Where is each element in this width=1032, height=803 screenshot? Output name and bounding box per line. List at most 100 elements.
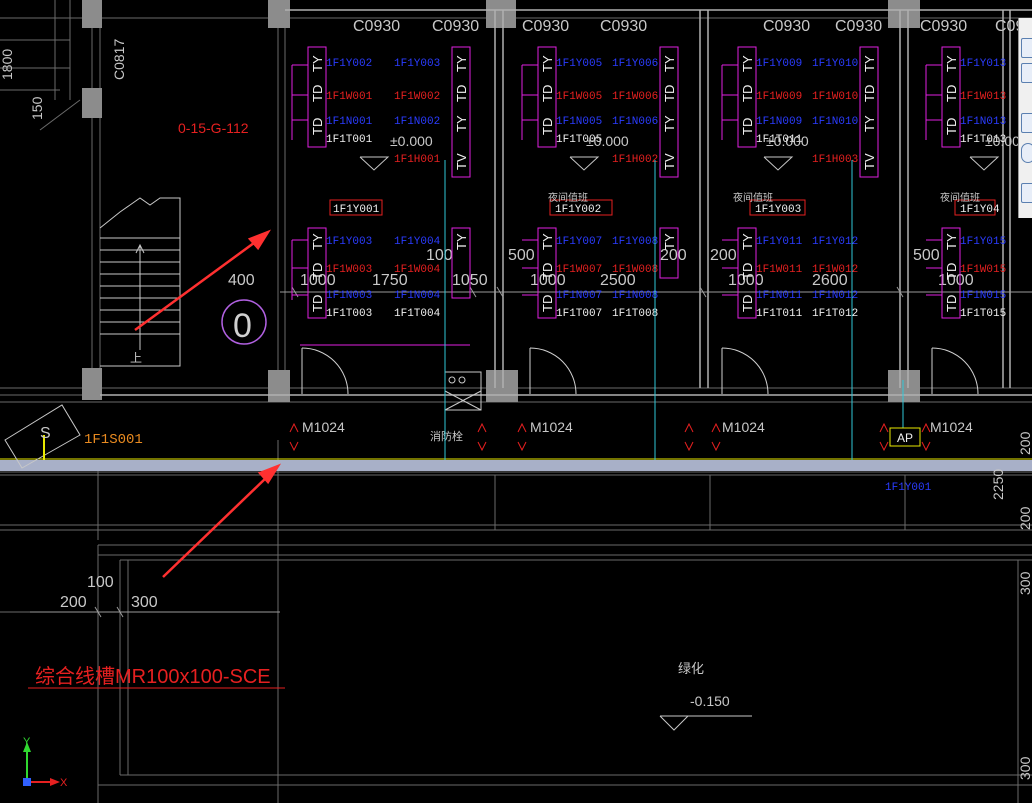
svg-text:TV: TV (454, 153, 469, 170)
window-label: C0930 (600, 18, 647, 35)
window-label-c0817: C0817 (111, 39, 127, 80)
svg-text:TD: TD (740, 295, 755, 312)
svg-text:TY: TY (454, 55, 469, 72)
svg-text:TD: TD (944, 85, 959, 102)
corridor-slab (0, 460, 1032, 471)
svg-text:1F1T007: 1F1T007 (556, 308, 602, 320)
svg-text:1F1W006: 1F1W006 (612, 91, 658, 103)
svg-text:1F1W007: 1F1W007 (556, 264, 602, 276)
svg-text:TD: TD (310, 85, 325, 102)
svg-text:TD: TD (944, 263, 959, 280)
svg-text:1F1N007: 1F1N007 (556, 290, 602, 302)
svg-text:1F1T011: 1F1T011 (756, 308, 803, 320)
svg-text:1F1Y002: 1F1Y002 (555, 204, 601, 216)
ap-label: AP (897, 431, 913, 445)
window-label: C0930 (522, 18, 569, 35)
window-label: C0930 (920, 18, 967, 35)
window-label: C0930 (353, 18, 400, 35)
ap-device-code: 1F1Y001 (885, 482, 932, 494)
dim-200: 200 (60, 594, 87, 611)
svg-text:1F1Y003: 1F1Y003 (326, 236, 372, 248)
svg-text:1F1Y003: 1F1Y003 (394, 58, 440, 70)
dim-200-right2: 200 (1017, 506, 1032, 530)
svg-text:1F1Y010: 1F1Y010 (812, 58, 858, 70)
svg-text:1F1T015: 1F1T015 (960, 308, 1006, 320)
unit-3: TY TD TD TY TD TY TV TY TD TD 1F1Y009 1F… (721, 46, 879, 320)
svg-text:TY: TY (862, 115, 877, 132)
svg-text:M1024: M1024 (930, 419, 973, 435)
dim-200-right: 200 (1017, 431, 1032, 455)
svg-text:1F1H001: 1F1H001 (394, 154, 441, 166)
svg-text:TD: TD (540, 85, 555, 102)
svg-text:TD: TD (540, 295, 555, 312)
svg-text:TD: TD (540, 118, 555, 135)
svg-text:±0.000: ±0.000 (390, 133, 433, 149)
palette-button-3[interactable] (1021, 113, 1032, 133)
dim-200: 200 (710, 247, 737, 264)
window-label: C0930 (432, 18, 479, 35)
ucs-y-label: Y (23, 736, 31, 748)
svg-text:1F1Y009: 1F1Y009 (756, 58, 802, 70)
dim-400: 400 (228, 272, 255, 289)
svg-text:TV: TV (862, 153, 877, 170)
svg-text:TD: TD (310, 118, 325, 135)
dim-300-right2: 300 (1017, 756, 1032, 780)
svg-text:±0.000: ±0.000 (766, 133, 809, 149)
svg-text:1F1W013: 1F1W013 (960, 91, 1006, 103)
dim-100: 100 (87, 574, 114, 591)
svg-text:1F1Y04: 1F1Y04 (960, 204, 1000, 216)
svg-text:TY: TY (740, 55, 755, 72)
svg-text:TD: TD (740, 263, 755, 280)
svg-text:TY: TY (310, 55, 325, 72)
palette-button-2[interactable] (1021, 63, 1032, 83)
dim-300: 300 (131, 594, 158, 611)
tool-palette (1018, 18, 1032, 218)
stair-up-label: 上 (130, 351, 142, 365)
cable-tray-label: 综合线槽MR100x100-SCE (35, 665, 271, 688)
svg-text:TD: TD (944, 118, 959, 135)
dim-1800: 1800 (0, 49, 15, 80)
svg-text:1F1Y015: 1F1Y015 (960, 236, 1006, 248)
svg-text:M1024: M1024 (530, 419, 573, 435)
cad-drawing-canvas[interactable]: C0930 C0930 C0930 C0930 C0930 C0930 C093… (0, 0, 1032, 803)
svg-text:TD: TD (662, 85, 677, 102)
svg-text:1F1Y008: 1F1Y008 (612, 236, 658, 248)
svg-text:1F1W002: 1F1W002 (394, 91, 440, 103)
svg-text:1F1N012: 1F1N012 (812, 290, 858, 302)
svg-text:1F1W010: 1F1W010 (812, 91, 858, 103)
svg-text:1F1H002: 1F1H002 (612, 154, 658, 166)
svg-text:夜间值班: 夜间值班 (548, 191, 588, 204)
svg-text:1F1Y012: 1F1Y012 (812, 236, 858, 248)
svg-text:TD: TD (310, 263, 325, 280)
svg-text:1F1N015: 1F1N015 (960, 290, 1006, 302)
window-labels: C0930 C0930 C0930 C0930 C0930 C0930 C093… (353, 18, 1032, 35)
palette-button-5[interactable] (1021, 183, 1032, 203)
room-code: 0-15-G-112 (178, 120, 249, 136)
svg-text:1F1N006: 1F1N006 (612, 116, 658, 128)
palette-button-1[interactable] (1021, 38, 1032, 58)
dim-500: 500 (508, 247, 535, 264)
svg-text:TD: TD (944, 295, 959, 312)
svg-text:1F1W004: 1F1W004 (394, 264, 441, 276)
svg-text:M1024: M1024 (302, 419, 345, 435)
svg-text:TY: TY (540, 233, 555, 250)
svg-text:TD: TD (862, 85, 877, 102)
palette-button-4[interactable] (1021, 143, 1032, 163)
svg-text:1F1Y005: 1F1Y005 (556, 58, 602, 70)
svg-text:TY: TY (454, 115, 469, 132)
svg-text:1F1N013: 1F1N013 (960, 116, 1006, 128)
svg-text:TV: TV (662, 153, 677, 170)
axis-number: 0 (233, 307, 252, 345)
svg-text:±0.000: ±0.000 (586, 133, 629, 149)
svg-text:TD: TD (310, 295, 325, 312)
doors (301, 347, 979, 395)
svg-text:1F1N008: 1F1N008 (612, 290, 658, 302)
dim-500: 500 (913, 247, 940, 264)
svg-text:1F1W003: 1F1W003 (326, 264, 372, 276)
svg-text:TY: TY (662, 233, 677, 250)
svg-text:1F1W011: 1F1W011 (756, 264, 803, 276)
window-label: C0930 (763, 18, 810, 35)
staircase (99, 197, 181, 367)
svg-text:1F1Y011: 1F1Y011 (756, 236, 803, 248)
ucs-x-label: X (60, 777, 68, 789)
